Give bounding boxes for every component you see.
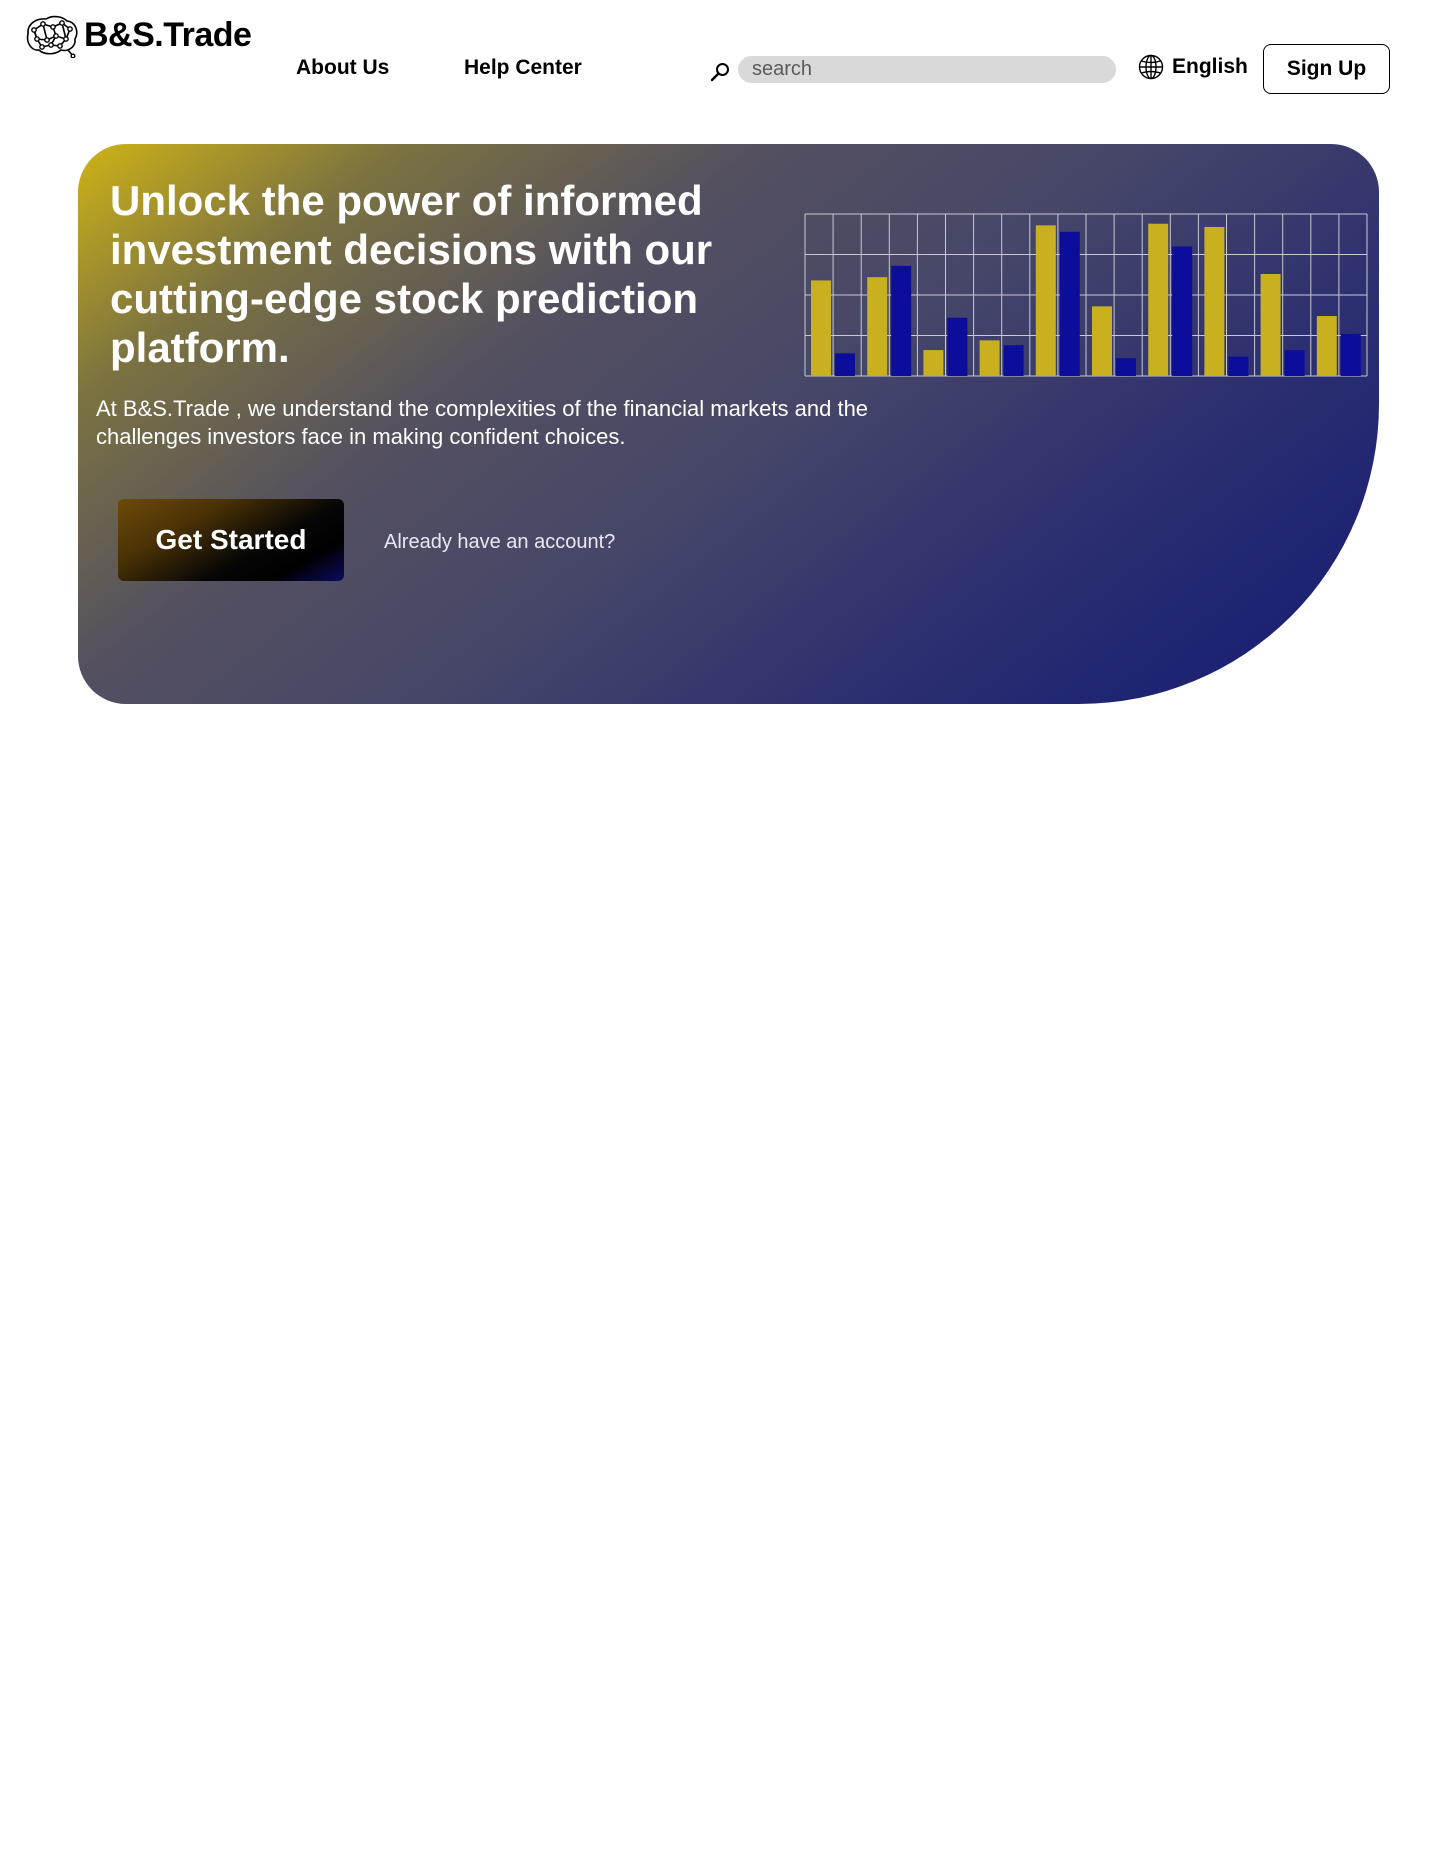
chart-bar-series-1-6 bbox=[1092, 306, 1112, 376]
chart-bar-series-2-3 bbox=[947, 317, 968, 376]
get-started-button[interactable]: Get Started bbox=[118, 499, 344, 581]
chart-bar-series-1-1 bbox=[811, 280, 831, 376]
chart-bar-series-2-9 bbox=[1284, 350, 1305, 376]
hero-bar-chart bbox=[804, 213, 1368, 377]
chart-bar-series-1-2 bbox=[867, 277, 888, 376]
chart-bar-series-2-5 bbox=[1059, 231, 1080, 376]
sign-up-button[interactable]: Sign Up bbox=[1263, 44, 1390, 94]
hero-title: Unlock the power of informed investment … bbox=[110, 177, 713, 371]
chart-bar-series-1-5 bbox=[1035, 225, 1056, 376]
chart-bar-series-1-10 bbox=[1316, 316, 1337, 376]
chart-bar-series-2-2 bbox=[891, 265, 912, 376]
nav-help-center[interactable]: Help Center bbox=[464, 56, 582, 80]
chart-bar-series-2-1 bbox=[835, 353, 855, 376]
chart-bar-series-1-4 bbox=[979, 340, 1000, 376]
language-label: English bbox=[1172, 55, 1248, 78]
search-input[interactable] bbox=[738, 56, 1116, 83]
hero-banner: Unlock the power of informed investment … bbox=[78, 144, 1379, 704]
chart-bar-series-1-7 bbox=[1148, 223, 1169, 376]
chart-bar-series-2-7 bbox=[1172, 246, 1193, 376]
login-link[interactable]: Already have an account? bbox=[384, 531, 615, 554]
chart-bar-series-1-8 bbox=[1204, 226, 1225, 376]
network-brain-icon bbox=[26, 15, 78, 58]
chart-bar-series-2-6 bbox=[1116, 358, 1136, 376]
site-header: B&S.Trade About Us Help Center English S… bbox=[0, 0, 1440, 110]
globe-icon bbox=[1138, 54, 1164, 80]
chart-bar-series-1-3 bbox=[923, 350, 944, 376]
hero-subtitle: At B&S.Trade , we understand the complex… bbox=[96, 396, 869, 449]
chart-bar-series-2-10 bbox=[1340, 333, 1361, 376]
nav-about-us[interactable]: About Us bbox=[296, 56, 389, 80]
search-icon[interactable] bbox=[708, 60, 732, 84]
language-selector[interactable]: English bbox=[1138, 54, 1248, 80]
brand-name: B&S.Trade bbox=[84, 15, 252, 54]
brand-logo[interactable]: B&S.Trade bbox=[24, 12, 252, 58]
chart-bar-series-2-4 bbox=[1003, 345, 1024, 376]
chart-bar-series-1-9 bbox=[1260, 273, 1281, 376]
chart-bar-series-2-8 bbox=[1228, 356, 1249, 376]
